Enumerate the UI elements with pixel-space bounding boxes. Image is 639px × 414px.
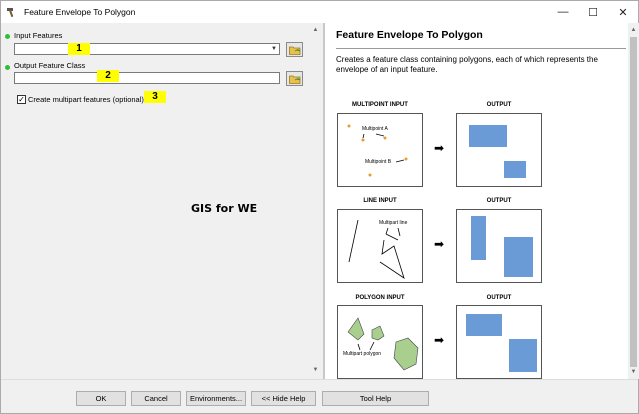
multipart-polygon-label: Multipart polygon (343, 351, 382, 357)
hide-help-button[interactable]: << Hide Help (251, 391, 316, 406)
arrow-right-icon: ➡ (434, 141, 445, 155)
scroll-up-icon[interactable]: ▲ (628, 25, 639, 36)
arrow-right-icon: ➡ (434, 237, 445, 251)
window-title: Feature Envelope To Polygon (24, 7, 136, 17)
polygon-envelope-1 (466, 314, 502, 336)
close-button[interactable]: ✕ (608, 1, 638, 23)
annotation-badge-3: 3 (144, 91, 166, 103)
help-description: Creates a feature class containing polyg… (336, 55, 598, 74)
scroll-down-icon[interactable]: ▼ (628, 367, 639, 378)
help-scrollbar[interactable]: ▲ ▼ (628, 23, 639, 379)
tool-dialog-window: Feature Envelope To Polygon — ☐ ✕ Input … (0, 0, 639, 414)
parameters-scrollbar[interactable]: ▲ ▼ (310, 23, 321, 379)
ok-button[interactable]: OK (76, 391, 126, 406)
multipart-checkbox-label[interactable]: Create multipart features (optional) (28, 95, 144, 104)
browse-input-button[interactable] (286, 42, 303, 57)
line-input-heading: LINE INPUT (363, 198, 397, 204)
multipoint-b-label: Multipoint B (365, 159, 392, 165)
input-features-combobox[interactable]: ▼ (14, 43, 280, 55)
required-indicator-icon (5, 34, 10, 39)
arrow-right-icon: ➡ (434, 333, 445, 347)
scroll-up-icon[interactable]: ▲ (310, 25, 321, 36)
chevron-down-icon[interactable]: ▼ (270, 45, 278, 53)
folder-icon (288, 75, 300, 84)
multipart-checkbox[interactable]: ✓ (17, 95, 26, 104)
multipart-line-label: Multipart line (379, 220, 408, 226)
line-output-heading: OUTPUT (486, 198, 512, 204)
required-indicator-icon (5, 65, 10, 70)
browse-output-button[interactable] (286, 71, 303, 86)
help-divider (336, 48, 626, 49)
polygon-envelope-2 (509, 339, 537, 372)
line-envelope-2 (504, 237, 533, 277)
multipoint-input-diagram: Multipoint A Multipoint B (337, 113, 423, 187)
watermark-text: GIS for WE (191, 202, 258, 215)
polygon-input-heading: POLYGON INPUT (355, 295, 405, 301)
multipoint-a-label: Multipoint A (362, 126, 388, 132)
input-features-label: Input Features (14, 31, 63, 40)
output-feature-class-label: Output Feature Class (14, 61, 86, 70)
polygon-output-diagram (456, 305, 542, 379)
envelope-b (504, 161, 526, 178)
cancel-button[interactable]: Cancel (131, 391, 181, 406)
title-bar: Feature Envelope To Polygon — ☐ ✕ (1, 1, 638, 23)
line-output-diagram (456, 209, 542, 283)
output-feature-class-field[interactable] (14, 72, 280, 84)
hammer-icon (7, 8, 14, 18)
tool-help-button[interactable]: Tool Help (322, 391, 429, 406)
help-title: Feature Envelope To Polygon (336, 29, 483, 41)
annotation-badge-2: 2 (97, 70, 119, 82)
polygon-output-heading: OUTPUT (486, 295, 512, 301)
envelope-a (469, 125, 507, 147)
scroll-down-icon[interactable]: ▼ (310, 365, 321, 376)
minimize-button[interactable]: — (548, 1, 578, 23)
scroll-thumb[interactable] (630, 37, 637, 367)
environments-button[interactable]: Environments... (186, 391, 246, 406)
annotation-badge-1: 1 (68, 43, 90, 55)
line-input-diagram: Multipart line (337, 209, 423, 283)
multipoint-output-diagram (456, 113, 542, 187)
multipoint-input-heading: MULTIPOINT INPUT (352, 102, 408, 108)
line-envelope-1 (471, 216, 486, 260)
multipoint-output-heading: OUTPUT (486, 102, 512, 108)
help-pane: Feature Envelope To Polygon Creates a fe… (325, 23, 628, 379)
folder-icon (288, 46, 300, 55)
maximize-button[interactable]: ☐ (578, 1, 608, 23)
polygon-input-diagram: Multipart polygon (337, 305, 423, 379)
